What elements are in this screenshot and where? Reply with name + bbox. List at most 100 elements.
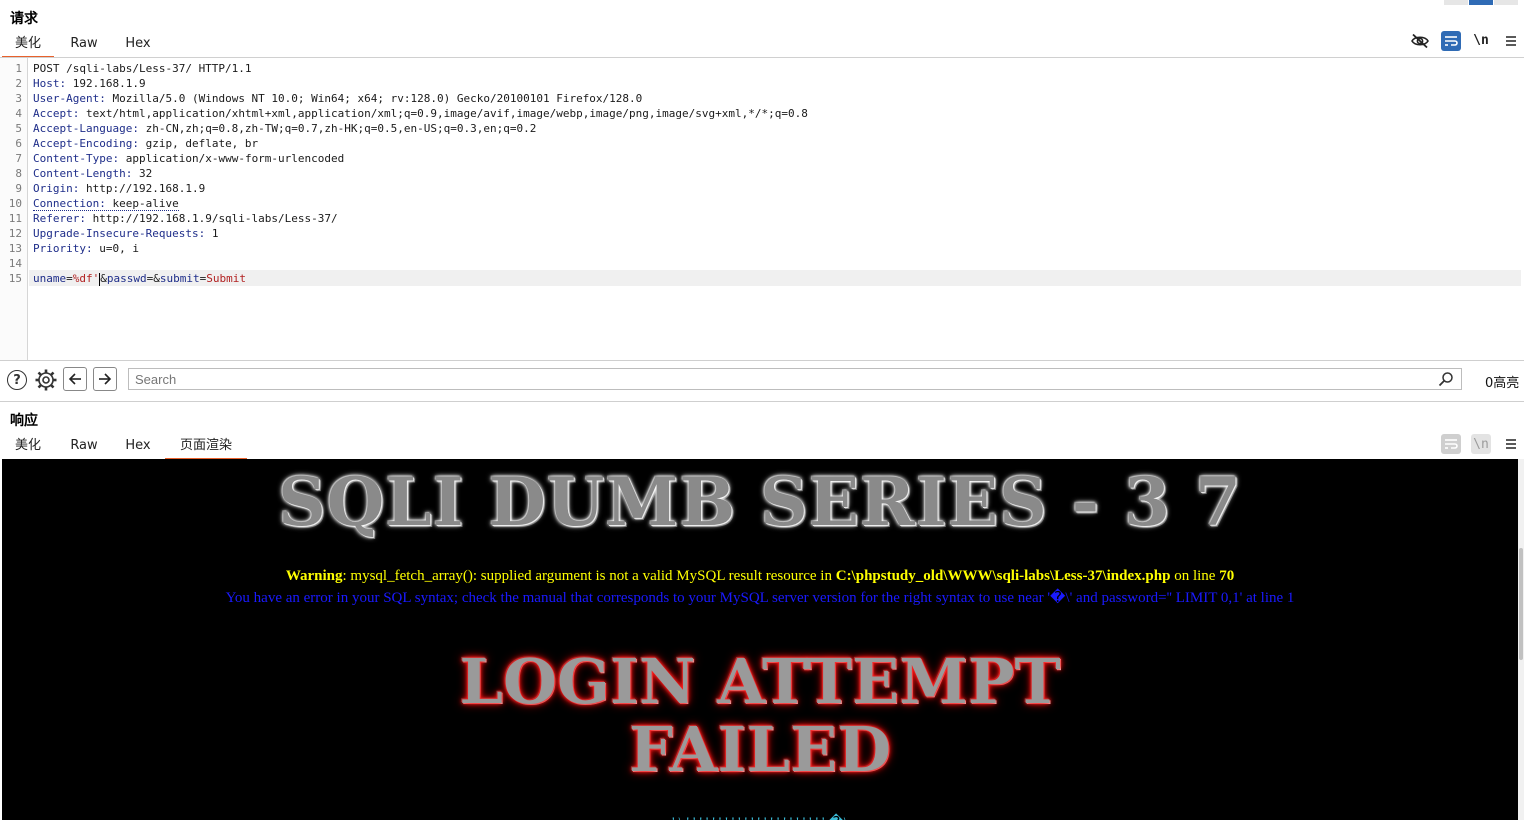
warning-text: : mysql_fetch_array(): supplied argument…: [342, 568, 836, 584]
param-value-submit: Submit: [206, 272, 246, 285]
header-line: Host: 192.168.1.9: [33, 77, 146, 90]
cut-off-text: ' \ ' ' ' ' ' ' ' ' ' ' ' ' ' ' ' ' ' ' …: [2, 813, 1518, 820]
line-number: 14: [8, 257, 22, 270]
line-number: 7: [15, 152, 22, 165]
header-key: Connection: [33, 197, 100, 210]
header-line: Upgrade-Insecure-Requests: 1: [33, 227, 219, 240]
wrap-lines-icon[interactable]: [1441, 434, 1461, 454]
line-number: 4: [15, 107, 22, 120]
header-key: Accept: [33, 107, 73, 120]
menu-icon[interactable]: [1501, 31, 1521, 51]
login-failed-banner-line1: LOGIN ATTEMPT: [459, 645, 1061, 718]
warning-line-number: 70: [1219, 568, 1235, 584]
header-value: Mozilla/5.0 (Windows NT 10.0; Win64; x64…: [112, 92, 643, 105]
param-key-uname: uname: [33, 272, 67, 285]
top-mini-button-active[interactable]: [1469, 0, 1493, 5]
header-key: Content-Length: [33, 167, 126, 180]
header-line: Accept-Language: zh-CN,zh;q=0.8,zh-TW;q=…: [33, 122, 537, 135]
header-key: Referer: [33, 212, 80, 225]
header-line: Accept-Encoding: gzip, deflate, br: [33, 137, 259, 150]
line-number: 6: [15, 137, 22, 150]
header-value: 32: [138, 167, 153, 180]
request-tab-hex[interactable]: Hex: [112, 32, 164, 56]
arrow-right-icon[interactable]: [93, 367, 117, 391]
response-tab-hex[interactable]: Hex: [112, 434, 164, 458]
sql-error-message: You have an error in your SQL syntax; ch…: [225, 590, 1295, 606]
response-title: 响应: [10, 413, 38, 429]
warning-on: on line: [1170, 568, 1220, 584]
highlight-count: 0高亮: [1485, 376, 1520, 391]
line-number: 5: [15, 122, 22, 135]
header-line: Origin: http://192.168.1.9: [33, 182, 206, 195]
header-key: User-Agent: [33, 92, 100, 105]
request-line: POST /sqli-labs/Less-37/ HTTP/1.1: [33, 61, 252, 76]
line-number: 1: [15, 62, 22, 75]
header-value: gzip, deflate, br: [145, 137, 259, 150]
param-key-submit: submit: [159, 272, 200, 285]
header-value: http://192.168.1.9: [86, 182, 206, 195]
line-number: 15: [8, 272, 22, 285]
login-failed-banner-line2: FAILED: [628, 713, 892, 786]
header-line: Content-Length: 32: [33, 167, 153, 180]
header-line: Content-Type: application/x-www-form-url…: [33, 152, 345, 165]
header-line: Priority: u=0, i: [33, 242, 139, 255]
response-tab-pretty[interactable]: 美化: [2, 434, 54, 458]
header-value: application/x-www-form-urlencoded: [125, 152, 345, 165]
line-number: 13: [8, 242, 22, 255]
current-line-highlight: [29, 270, 1521, 286]
request-body-line[interactable]: uname=%df'&passwd=&submit=Submit: [33, 271, 246, 286]
header-value: http://192.168.1.9/sqli-labs/Less-37/: [92, 212, 338, 225]
top-mini-button[interactable]: [1444, 0, 1468, 5]
request-tabs: 美化 Raw Hex: [0, 32, 200, 58]
header-value: 192.168.1.9: [72, 77, 146, 90]
gear-icon[interactable]: [34, 368, 58, 392]
line-number: 2: [15, 77, 22, 90]
line-number: 12: [8, 227, 22, 240]
header-key: Upgrade-Insecure-Requests: [33, 227, 199, 240]
header-key: Content-Type: [33, 152, 113, 165]
request-line-text: POST /sqli-labs/Less-37/ HTTP/1.1: [33, 62, 252, 75]
response-tab-raw[interactable]: Raw: [58, 434, 110, 458]
header-value: u=0, i: [99, 242, 139, 255]
newline-icon[interactable]: \n: [1471, 434, 1491, 454]
response-tabs: 美化 Raw Hex 页面渲染: [0, 434, 260, 460]
eye-off-icon[interactable]: [1410, 31, 1430, 51]
header-key: Origin: [33, 182, 73, 195]
header-line: Connection: keep-alive: [33, 197, 179, 211]
newline-icon[interactable]: \n: [1471, 30, 1491, 50]
top-mini-button[interactable]: [1494, 0, 1518, 5]
request-tab-pretty[interactable]: 美化: [2, 32, 54, 58]
header-key: Accept-Encoding: [33, 137, 133, 150]
line-number: 3: [15, 92, 22, 105]
header-key: Priority: [33, 242, 86, 255]
page-banner-title: SQLI DUMB SERIES - 3 7: [278, 463, 1242, 541]
php-warning: Warning: mysql_fetch_array(): supplied a…: [2, 568, 1518, 585]
search-icon[interactable]: [1438, 371, 1454, 387]
param-value-uname: %df': [72, 272, 100, 285]
search-input[interactable]: [128, 368, 1462, 390]
menu-icon[interactable]: [1501, 434, 1521, 454]
wrap-lines-icon[interactable]: [1441, 31, 1461, 51]
arrow-left-icon[interactable]: [63, 367, 87, 391]
line-number: 8: [15, 167, 22, 180]
header-line: Accept: text/html,application/xhtml+xml,…: [33, 107, 808, 120]
header-key: Host: [33, 77, 60, 90]
param-key-passwd: passwd: [106, 272, 147, 285]
request-tab-raw[interactable]: Raw: [58, 32, 110, 56]
line-number: 10: [8, 197, 22, 210]
header-value: zh-CN,zh;q=0.8,zh-TW;q=0.7,zh-HK;q=0.5,e…: [145, 122, 537, 135]
response-tab-render[interactable]: 页面渲染: [165, 434, 247, 460]
header-key: Accept-Language: [33, 122, 133, 135]
request-editor[interactable]: 1 2 3 4 5 6 7 8 9 10 11 12 13 14 15 POST…: [0, 58, 1524, 360]
render-scrollbar-thumb[interactable]: [1519, 548, 1523, 660]
header-line: User-Agent: Mozilla/5.0 (Windows NT 10.0…: [33, 92, 643, 105]
header-value: text/html,application/xhtml+xml,applicat…: [86, 107, 808, 120]
header-value: 1: [211, 227, 219, 240]
line-number: 9: [15, 182, 22, 195]
warning-label: Warning: [285, 568, 343, 584]
request-title: 请求: [10, 11, 38, 27]
rendered-page: SQLI DUMB SERIES - 3 7 Warning: mysql_fe…: [2, 459, 1518, 820]
header-value: keep-alive: [112, 197, 179, 210]
warning-path: C:\phpstudy_old\WWW\sqli-labs\Less-37\in…: [835, 568, 1171, 584]
help-icon[interactable]: ?: [7, 370, 27, 390]
